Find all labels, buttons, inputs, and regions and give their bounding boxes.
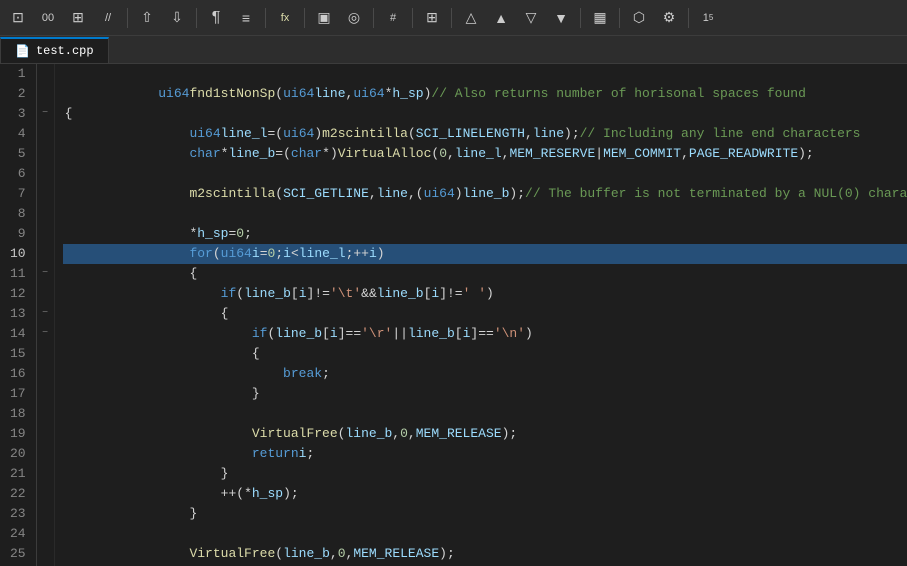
fold-marker[interactable]: − [37,264,54,284]
triangle-up-icon[interactable]: △ [457,4,485,32]
code-line-17: } [63,384,907,404]
triangle-down-filled-icon[interactable]: ▼ [547,4,575,32]
code-line-1 [63,64,907,84]
line-number: 4 [10,124,26,144]
line-number: 15 [10,344,26,364]
camera-icon[interactable]: ◎ [340,4,368,32]
line-number: 2 [10,84,26,104]
slash-icon[interactable]: // [94,4,122,32]
separator6 [412,8,413,28]
line-number: 25 [10,544,26,564]
separator10 [688,8,689,28]
hash-icon[interactable]: # [379,4,407,32]
separator9 [619,8,620,28]
line-number: 17 [10,384,26,404]
line-number: 1 [10,64,26,84]
line-number: 12 [10,284,26,304]
fold-marker [37,64,54,84]
monitor-icon[interactable]: ▣ [310,4,338,32]
line-number: 24 [10,524,26,544]
fold-marker[interactable]: − [37,304,54,324]
fx-icon[interactable]: fx [271,4,299,32]
file-icon: 📄 [15,44,30,59]
fold-marker [37,244,54,264]
line-number: 6 [10,164,26,184]
fold-marker [37,404,54,424]
code-line-5: char *line_b = (char *)VirtualAlloc(0, l… [63,144,907,164]
fold-marker[interactable]: − [37,104,54,124]
align-icon[interactable]: ≡ [232,4,260,32]
fold-marker [37,544,54,564]
display-icon[interactable]: ▦ [586,4,614,32]
gutter: − − − − [37,64,55,566]
code-line-23: } [63,504,907,524]
gear-icon[interactable]: ⚙ [655,4,683,32]
fold-marker [37,524,54,544]
fold-marker [37,164,54,184]
line-number: 11 [10,264,26,284]
code-content[interactable]: ui64 fnd1stNonSp(ui64 line, ui64 *h_sp) … [55,64,907,566]
separator8 [580,8,581,28]
code-line-2: ui64 fnd1stNonSp(ui64 line, ui64 *h_sp) … [63,84,907,104]
separator7 [451,8,452,28]
cube-icon[interactable]: ⬡ [625,4,653,32]
scroll-down-icon[interactable]: ⇩ [163,4,191,32]
line-number: 14 [10,324,26,344]
paragraph-icon[interactable]: ¶ [202,4,230,32]
fold-marker [37,364,54,384]
counter-icon[interactable]: 00 [34,4,62,32]
columns-icon[interactable]: ⊞ [64,4,92,32]
separator2 [196,8,197,28]
separator4 [304,8,305,28]
line-number: 3 [10,104,26,124]
code-area: 1 2 3 4 5 6 7 8 9 10 11 12 13 14 15 16 1… [0,64,907,566]
separator3 [265,8,266,28]
fold-marker[interactable]: − [37,324,54,344]
scroll-up-icon[interactable]: ⇧ [133,4,161,32]
editor: 1 2 3 4 5 6 7 8 9 10 11 12 13 14 15 16 1… [0,64,907,566]
triangle-up-filled-icon[interactable]: ▲ [487,4,515,32]
line-number: 7 [10,184,26,204]
fold-marker [37,344,54,364]
fold-marker [37,504,54,524]
tabbar: 📄 test.cpp [0,36,907,64]
line-number: 16 [10,364,26,384]
toolbar: ⊡ 00 ⊞ // ⇧ ⇩ ¶ ≡ fx ▣ ◎ # ⊞ △ ▲ ▽ ▼ ▦ ⬡… [0,0,907,36]
fold-marker [37,424,54,444]
line-number: 20 [10,444,26,464]
fold-marker [37,224,54,244]
line-number: 9 [10,224,26,244]
line-number: 13 [10,304,26,324]
tab-test-cpp[interactable]: 📄 test.cpp [0,37,109,63]
line-number: 5 [10,144,26,164]
line-number: 23 [10,504,26,524]
fold-marker [37,204,54,224]
fold-marker [37,144,54,164]
separator5 [373,8,374,28]
grid-icon[interactable]: ⊞ [418,4,446,32]
fold-marker [37,84,54,104]
fold-marker [37,484,54,504]
line-numbers: 1 2 3 4 5 6 7 8 9 10 11 12 13 14 15 16 1… [0,64,37,566]
fold-marker [37,284,54,304]
line-number: 18 [10,404,26,424]
fold-marker [37,384,54,404]
tab-label: test.cpp [36,44,94,58]
line-number: 10 [10,244,26,264]
number-superscript-icon[interactable]: 15 [694,4,722,32]
code-line-7: m2scintilla(SCI_GETLINE, line, (ui64)lin… [63,184,907,204]
triangle-down-icon[interactable]: ▽ [517,4,545,32]
fold-marker [37,464,54,484]
bookmark-icon[interactable]: ⊡ [4,4,32,32]
line-number: 8 [10,204,26,224]
separator1 [127,8,128,28]
fold-marker [37,124,54,144]
line-number: 19 [10,424,26,444]
fold-marker [37,184,54,204]
line-number: 21 [10,464,26,484]
fold-marker [37,444,54,464]
line-number: 22 [10,484,26,504]
